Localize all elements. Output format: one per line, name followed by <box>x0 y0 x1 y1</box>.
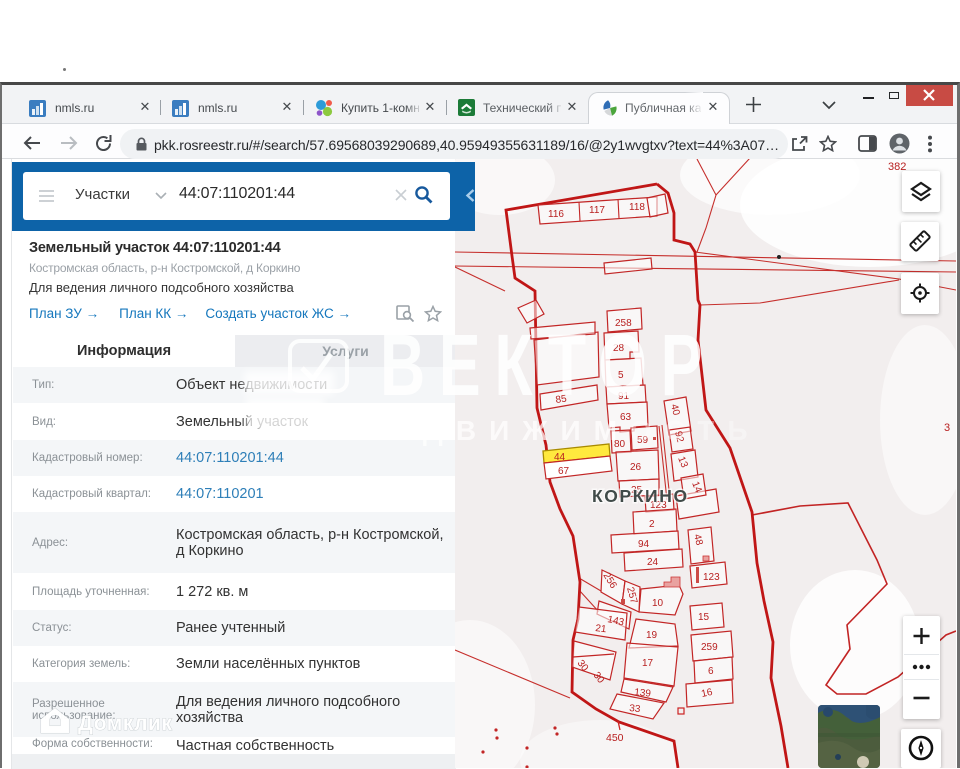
svg-text:15: 15 <box>698 612 710 623</box>
svg-text:ВЕКТОР: ВЕКТОР <box>380 332 716 400</box>
svg-text:123: 123 <box>703 572 720 583</box>
svg-text:44: 44 <box>554 452 566 463</box>
svg-text:2: 2 <box>649 519 655 530</box>
svg-text:259: 259 <box>701 642 718 653</box>
svg-text:21: 21 <box>595 623 608 635</box>
svg-text:3: 3 <box>944 422 950 434</box>
svg-text:33: 33 <box>629 703 642 715</box>
svg-text:118: 118 <box>629 202 645 213</box>
svg-text:117: 117 <box>589 205 605 216</box>
svg-text:17: 17 <box>642 658 654 669</box>
svg-text:19: 19 <box>646 630 658 641</box>
svg-text:10: 10 <box>652 598 664 609</box>
svg-text:450: 450 <box>606 732 624 744</box>
svg-text:6: 6 <box>708 666 714 677</box>
svg-text:139: 139 <box>634 687 652 700</box>
svg-text:116: 116 <box>548 209 564 220</box>
svg-text:26: 26 <box>630 462 642 473</box>
svg-text:258: 258 <box>615 318 632 329</box>
svg-text:24: 24 <box>647 557 659 568</box>
svg-text:67: 67 <box>558 466 570 477</box>
svg-text:Домклик: Домклик <box>78 712 172 735</box>
svg-text:94: 94 <box>638 539 650 550</box>
svg-text:КОРКИНО: КОРКИНО <box>592 486 689 506</box>
